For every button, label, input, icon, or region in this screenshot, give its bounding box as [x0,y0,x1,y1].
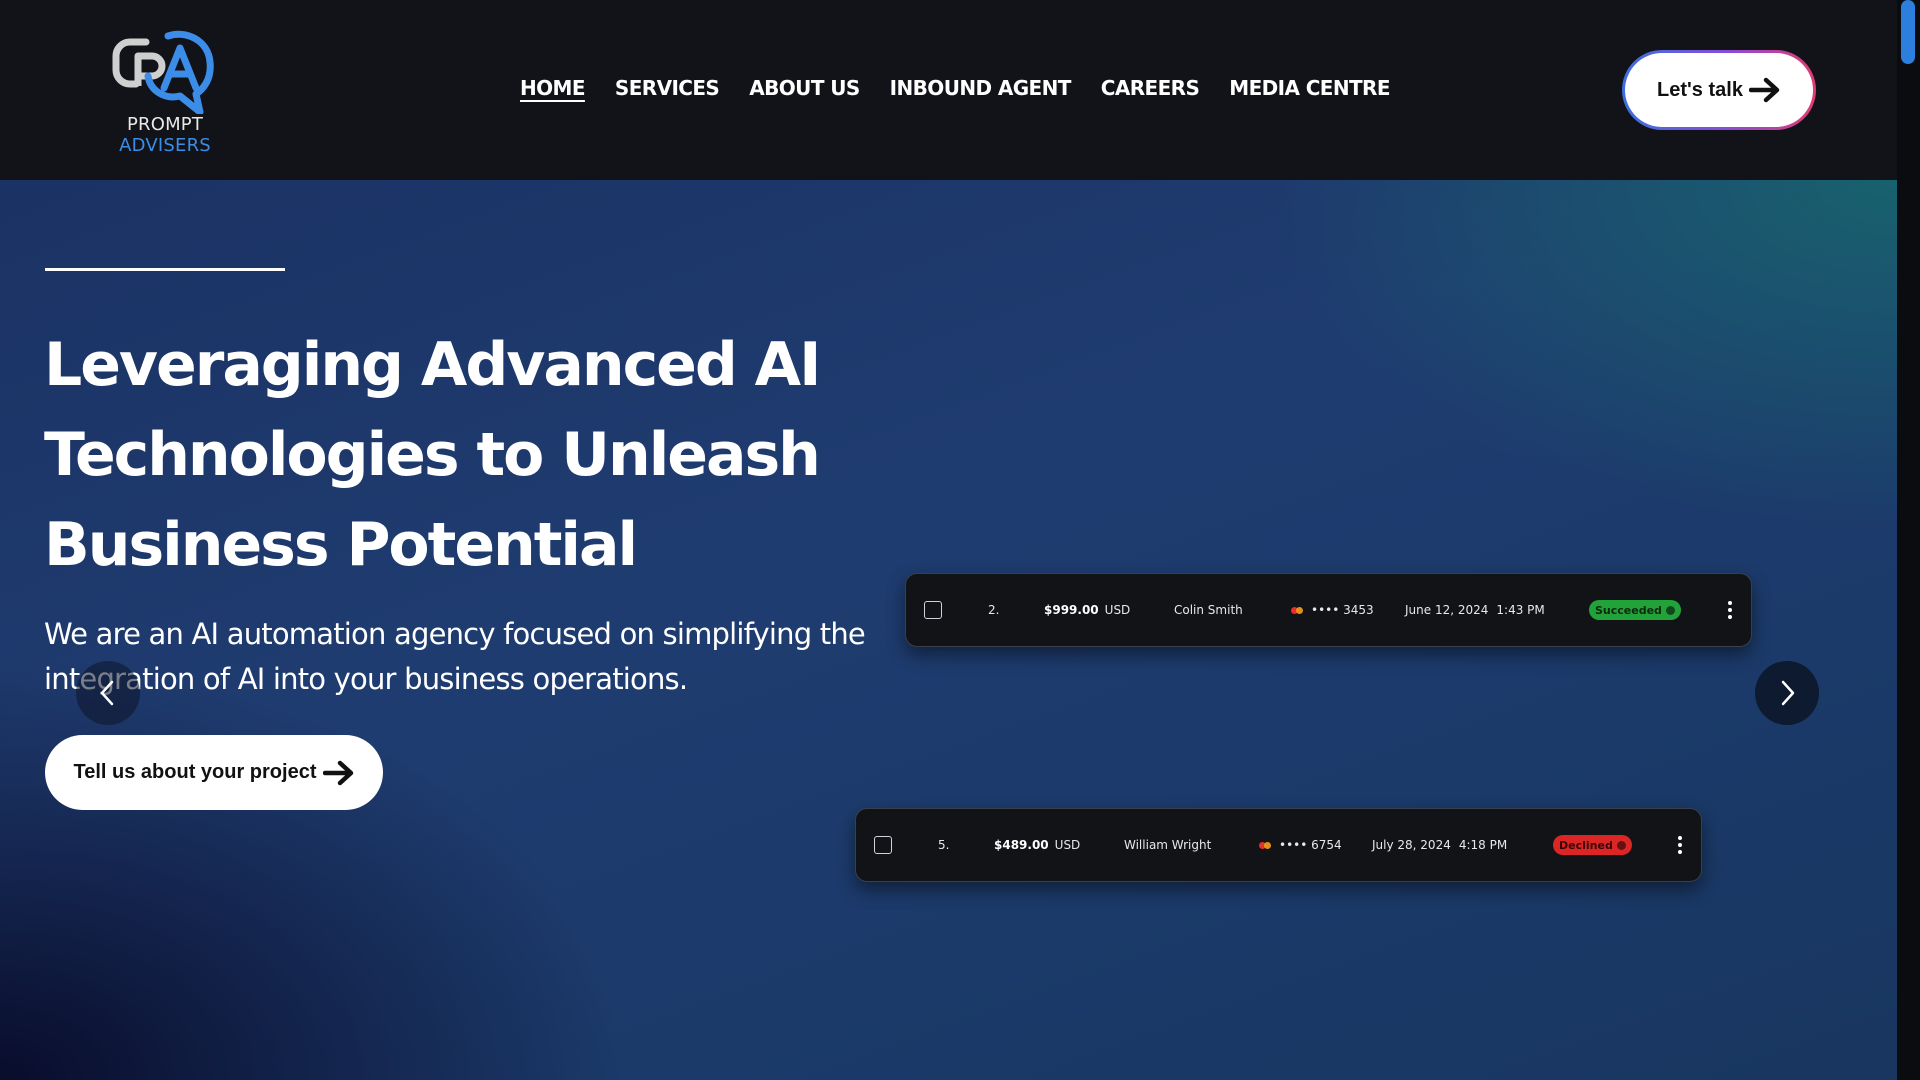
transaction-row: 2. $999.00 USD Colin Smith •••• 3453 Jun… [905,573,1752,647]
arrow-right-icon [1748,77,1780,103]
row-date: July 28, 2024 4:18 PM [1372,809,1507,881]
logo-word-prompt: PROMPT [126,114,204,135]
hero-section: Leveraging Advanced AI Technologies to U… [0,180,1897,1080]
status-badge: Declined [1553,835,1632,855]
hero-subtitle: We are an AI automation agency focused o… [44,617,866,696]
row-card: •••• 3453 [1291,574,1374,646]
mastercard-icon [1259,841,1273,850]
kebab-dot-icon [1678,843,1682,847]
nav-item-media-centre[interactable]: MEDIA CENTRE [1229,76,1390,100]
arrow-right-icon [322,760,353,785]
row-date: June 12, 2024 1:43 PM [1405,574,1545,646]
row-menu-button[interactable] [1678,809,1682,881]
row-checkbox[interactable] [874,836,892,854]
tell-us-about-project-button[interactable]: Tell us about your project [45,735,383,810]
row-index: 2. [988,603,1000,617]
lets-talk-label: Let's talk [1657,78,1743,101]
card-number: •••• 3453 [1311,603,1374,617]
amount-currency: USD [1104,603,1131,617]
kebab-dot-icon [1728,601,1732,605]
row-customer: Colin Smith [1174,603,1243,617]
main-nav: HOME SERVICES ABOUT US INBOUND AGENT CAR… [520,76,1391,100]
scrollbar-thumb[interactable] [1901,0,1915,64]
page-scrollbar[interactable] [1897,0,1920,1080]
date-value: July 28, 2024 [1372,838,1451,852]
status-badge: Succeeded [1589,600,1681,620]
chevron-right-icon [1781,680,1795,706]
check-circle-icon [1665,605,1675,615]
kebab-dot-icon [1728,608,1732,612]
nav-item-inbound-agent[interactable]: INBOUND AGENT [890,76,1072,100]
row-customer: William Wright [1124,838,1212,852]
kebab-dot-icon [1678,850,1682,854]
amount-currency: USD [1054,838,1081,852]
nav-item-careers[interactable]: CAREERS [1101,76,1200,100]
logo[interactable]: PROMPT ADVISERS [78,26,248,156]
logo-wordmark: PROMPT ADVISERS [80,114,250,156]
row-amount: $489.00 USD [994,809,1080,881]
hero-accent-line [45,268,285,271]
x-circle-icon [1616,840,1626,850]
row-checkbox[interactable] [924,601,942,619]
amount-value: $999.00 [1044,603,1099,617]
lets-talk-button[interactable]: Let's talk [1622,50,1816,130]
time-value: 4:18 PM [1458,838,1508,852]
site-header: PROMPT ADVISERS HOME SERVICES ABOUT US I… [0,0,1897,180]
transaction-row: 5. $489.00 USD William Wright •••• 6754 … [855,808,1702,882]
hero-title: Leveraging Advanced AI Technologies to U… [44,330,821,580]
carousel-next-button[interactable] [1755,661,1819,725]
nav-item-home[interactable]: HOME [520,76,586,100]
logo-word-advisers: ADVISERS [119,135,211,156]
chevron-left-icon [100,680,114,706]
kebab-dot-icon [1728,615,1732,619]
status-label: Succeeded [1595,603,1662,617]
row-amount: $999.00 USD [1044,574,1130,646]
card-number: •••• 6754 [1279,838,1342,852]
date-value: June 12, 2024 [1405,603,1489,617]
status-label: Declined [1559,838,1613,852]
time-value: 1:43 PM [1496,603,1545,617]
kebab-dot-icon [1678,836,1682,840]
lets-talk-button-inner: Let's talk [1625,53,1813,127]
carousel-prev-button[interactable] [76,661,140,725]
row-index: 5. [938,838,950,852]
nav-item-about-us[interactable]: ABOUT US [749,76,860,100]
nav-item-services[interactable]: SERVICES [615,76,720,100]
tell-us-label: Tell us about your project [73,761,317,783]
amount-value: $489.00 [994,838,1049,852]
mastercard-icon [1291,606,1305,615]
logo-mark-icon [112,30,214,114]
row-card: •••• 6754 [1259,809,1342,881]
row-menu-button[interactable] [1728,574,1732,646]
